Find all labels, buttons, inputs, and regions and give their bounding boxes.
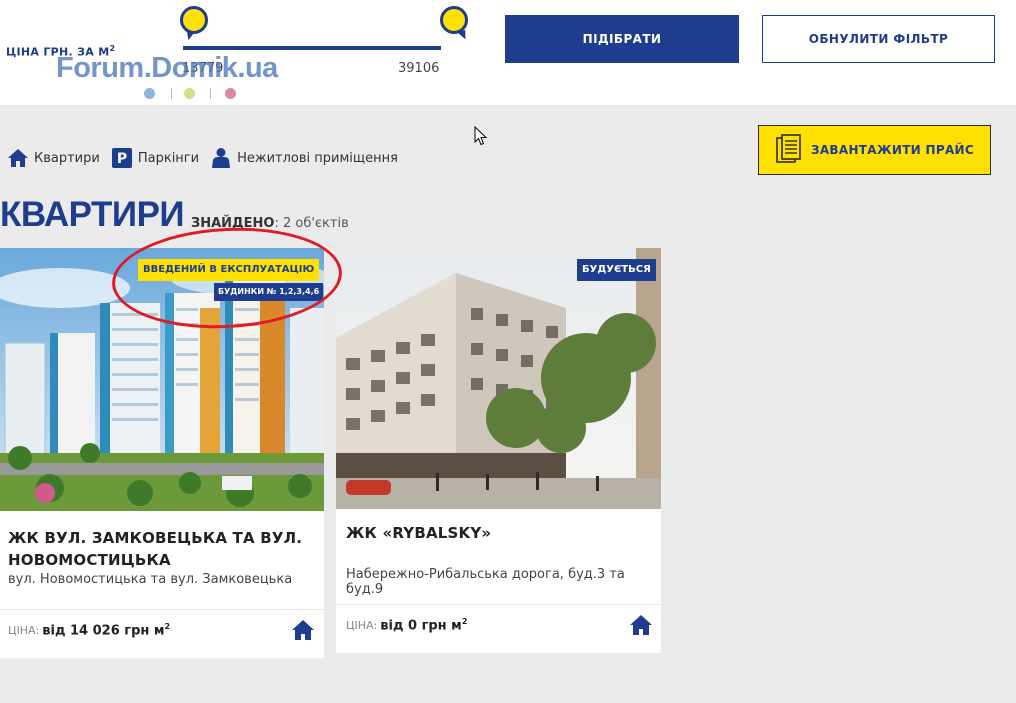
- buildings-badge: БУДИНКИ № 1,2,3,4,6: [214, 283, 324, 301]
- price-range-track[interactable]: [183, 46, 441, 50]
- page-title: КВАРТИРИ: [0, 195, 185, 234]
- property-title[interactable]: ЖК ВУЛ. ЗАМКОВЕЦЬКА ТА ВУЛ. НОВОМОСТИЦЬК…: [8, 527, 308, 571]
- status-badge: ВВЕДЕНИЙ В ЕКСПЛУАТАЦІЮ: [138, 259, 320, 281]
- tab-parking-label: Паркінги: [137, 150, 200, 166]
- price-value: від 0 грн м: [380, 618, 462, 634]
- apply-filter-button[interactable]: ПІДІБРАТИ: [505, 15, 739, 63]
- property-card[interactable]: ЖК «RYBALSKY» Набережно-Рибальська дорог…: [336, 248, 661, 653]
- watermark-dots: [144, 88, 240, 100]
- price-min-handle[interactable]: [180, 6, 208, 34]
- house-icon[interactable]: [291, 619, 315, 641]
- price-unit-superscript: 2: [164, 622, 171, 631]
- price-max-handle[interactable]: [440, 6, 468, 34]
- category-tabs: Квартири P Паркінги Нежитлові приміщення: [7, 145, 409, 171]
- modern-building-image: [336, 248, 661, 509]
- download-price-label: ЗАВАНТАЖИТИ ПРАЙС: [811, 143, 974, 157]
- results-count-value: : 2 об'єктів: [274, 216, 349, 231]
- house-icon: [8, 149, 28, 167]
- watermark-dot: [225, 88, 236, 99]
- tab-commercial-label: Нежитлові приміщення: [237, 150, 398, 166]
- download-price-button[interactable]: ЗАВАНТАЖИТИ ПРАЙС: [758, 125, 991, 175]
- watermark-dot: [144, 88, 155, 99]
- tab-commercial[interactable]: Нежитлові приміщення: [210, 147, 398, 169]
- tab-parking[interactable]: P Паркінги: [111, 147, 199, 169]
- property-card[interactable]: ЖК ВУЛ. ЗАМКОВЕЦЬКА ТА ВУЛ. НОВОМОСТИЦЬК…: [0, 248, 324, 658]
- results-count: ЗНАЙДЕНО: 2 об'єктів: [191, 216, 349, 231]
- price-filter-bar: ЦІНА ГРН. ЗА М2 13779 39106 Forum.Domik.…: [0, 0, 1016, 105]
- svg-text:P: P: [117, 151, 127, 167]
- watermark-dot: [184, 88, 195, 99]
- house-icon[interactable]: [629, 614, 653, 636]
- watermark-divider: [171, 88, 172, 99]
- mouse-cursor-icon: [474, 126, 488, 146]
- parking-icon: P: [111, 148, 132, 168]
- property-address: вул. Новомостицька та вул. Замковецька: [8, 572, 293, 587]
- tab-apartments-label: Квартири: [34, 150, 100, 166]
- property-title[interactable]: ЖК «RYBALSKY»: [346, 522, 491, 544]
- price-value: від 14 026 грн м: [42, 623, 165, 639]
- property-price: ЦІНА: від 0 грн м2: [346, 617, 467, 633]
- reset-filter-button[interactable]: ОБНУЛИТИ ФІЛЬТР: [762, 15, 995, 63]
- price-unit-superscript: 2: [461, 617, 468, 626]
- results-count-label: ЗНАЙДЕНО: [191, 216, 275, 231]
- property-address: Набережно-Рибальська дорога, буд.3 та бу…: [346, 567, 625, 597]
- property-photo[interactable]: [336, 248, 661, 509]
- person-icon: [212, 148, 231, 168]
- price-label: ЦІНА:: [8, 624, 40, 638]
- document-icon: [776, 134, 801, 163]
- watermark-divider: [210, 88, 211, 99]
- card-divider: [336, 604, 661, 605]
- tab-apartments[interactable]: Квартири: [7, 147, 100, 169]
- price-max-value: 39106: [398, 61, 440, 76]
- forum-watermark: Forum.Domik.ua: [56, 52, 278, 84]
- card-divider: [0, 609, 324, 610]
- price-label: ЦІНА:: [346, 619, 378, 633]
- status-badge: БУДУЄТЬСЯ: [577, 259, 656, 281]
- property-price: ЦІНА: від 14 026 грн м2: [8, 622, 170, 638]
